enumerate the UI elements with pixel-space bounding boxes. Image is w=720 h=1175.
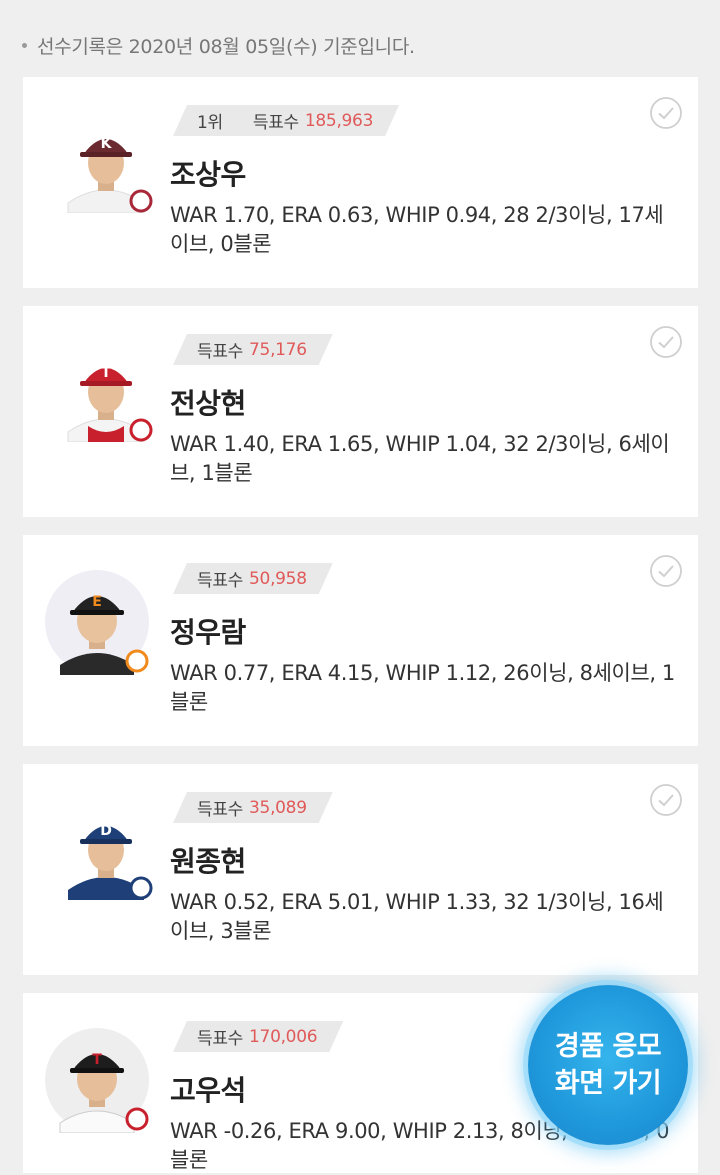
cta-line2: 화면 가기: [554, 1068, 662, 1099]
check-icon[interactable]: [650, 326, 682, 358]
bullet-icon: [22, 43, 27, 48]
rank-label: 1위: [197, 113, 223, 133]
svg-text:D: D: [100, 823, 112, 839]
player-photo: E: [45, 570, 154, 675]
vote-label: 득표수: [252, 113, 299, 133]
vote-count: 170,006: [249, 1026, 318, 1047]
player-name: 정우람: [170, 616, 246, 649]
vote-badge: 득표수 75,176: [173, 334, 333, 365]
player-name: 전상현: [170, 387, 246, 420]
player-photo: D: [58, 804, 154, 900]
player-photo: T: [58, 346, 154, 442]
vote-badge: 1위 득표수 185,963: [173, 105, 399, 136]
player-stats: WAR 0.77, ERA 4.15, WHIP 1.12, 26이닝, 8세이…: [170, 661, 675, 714]
player-card[interactable]: K 1위 득표수 185,963 조상우 WAR 1.70, ERA 0.63,…: [23, 77, 698, 288]
player-name: 고우석: [170, 1074, 246, 1107]
vote-badge: 득표수 35,089: [173, 792, 333, 823]
player-photo: K: [58, 117, 154, 213]
vote-count: 185,963: [304, 110, 374, 131]
player-stats: WAR 0.52, ERA 5.01, WHIP 1.33, 32 1/3이닝,…: [170, 890, 664, 943]
player-name: 조상우: [170, 158, 246, 191]
prize-entry-button[interactable]: 경품 응모 화면 가기: [528, 985, 688, 1145]
check-icon[interactable]: [650, 97, 682, 129]
notice-text: 선수기록은 2020년 08월 05일(수) 기준입니다.: [37, 36, 415, 58]
player-stats: WAR 1.70, ERA 0.63, WHIP 0.94, 28 2/3이닝,…: [170, 203, 664, 256]
vote-count: 50,958: [249, 568, 307, 589]
cta-line1: 경품 응모: [554, 1031, 662, 1062]
check-icon[interactable]: [650, 555, 682, 587]
player-name: 원종현: [170, 845, 246, 878]
vote-badge: 득표수 50,958: [173, 563, 333, 594]
vote-count: 35,089: [249, 797, 307, 818]
vote-badge: 득표수 170,006: [173, 1021, 343, 1052]
check-icon[interactable]: [650, 784, 682, 816]
vote-label: 득표수: [197, 800, 244, 820]
svg-text:E: E: [92, 594, 102, 610]
svg-text:K: K: [101, 136, 113, 152]
player-card[interactable]: E 득표수 50,958 정우람 WAR 0.77, ERA 4.15, WHI…: [23, 535, 698, 746]
player-card[interactable]: D 득표수 35,089 원종현 WAR 0.52, ERA 5.01, WHI…: [23, 764, 698, 975]
record-date-notice: 선수기록은 2020년 08월 05일(수) 기준입니다.: [22, 32, 415, 59]
svg-text:T: T: [92, 1052, 102, 1068]
vote-label: 득표수: [197, 1029, 244, 1049]
player-stats: WAR 1.40, ERA 1.65, WHIP 1.04, 32 2/3이닝,…: [170, 432, 670, 485]
player-photo: T: [45, 1028, 154, 1133]
player-card[interactable]: T 득표수 75,176 전상현 WAR 1.40, ERA 1.65, WHI…: [23, 306, 698, 517]
vote-label: 득표수: [197, 342, 244, 362]
vote-count: 75,176: [249, 339, 307, 360]
vote-label: 득표수: [197, 571, 244, 591]
svg-text:T: T: [101, 365, 111, 381]
